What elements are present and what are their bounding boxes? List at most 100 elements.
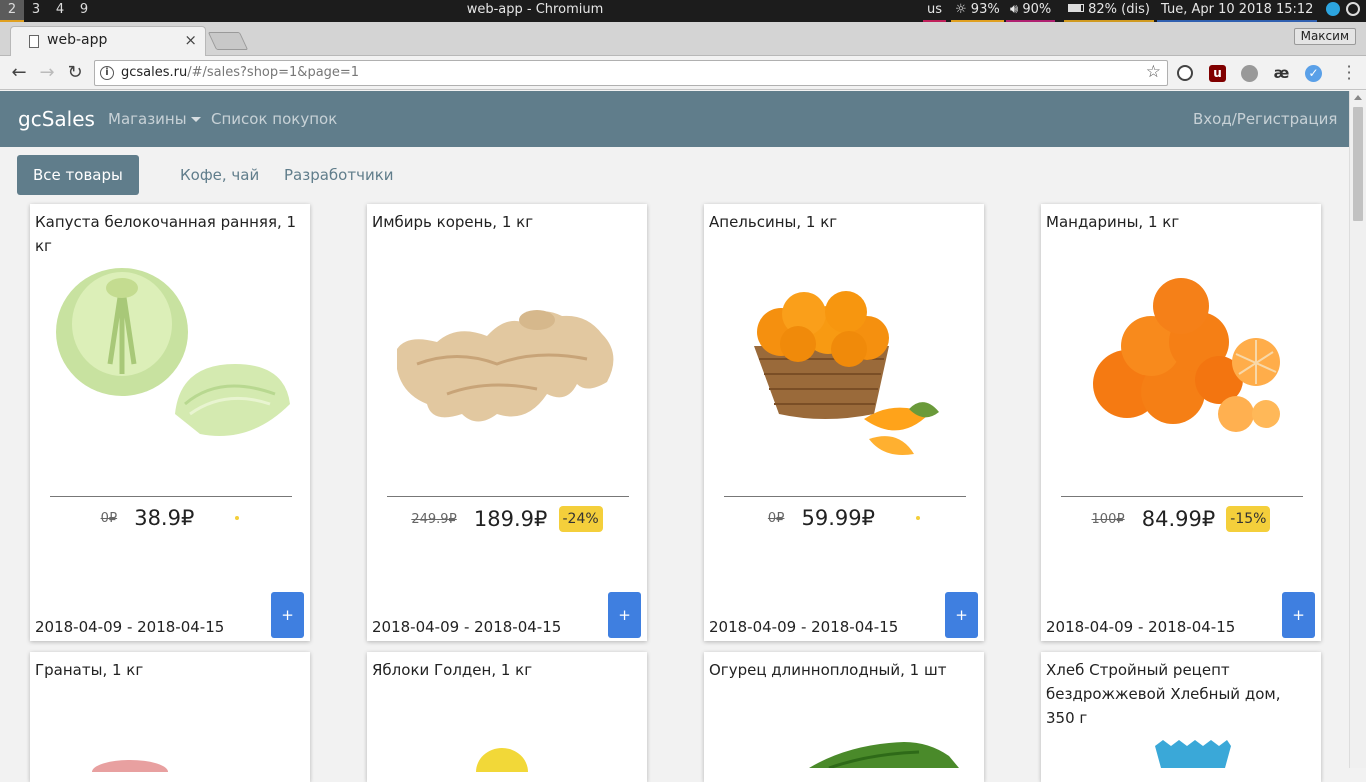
discount-dot	[235, 516, 240, 520]
product-title: Гранаты, 1 кг	[35, 661, 144, 679]
current-price: 38.9₽	[134, 506, 195, 530]
price-row: 100₽ 84.99₽ -15%	[1041, 506, 1321, 540]
product-title: Яблоки Голден, 1 кг	[372, 661, 533, 679]
category-coffee-tea[interactable]: Кофе, чай	[164, 155, 275, 195]
product-title: Имбирь корень, 1 кг	[372, 213, 534, 231]
card-divider	[724, 496, 966, 497]
sale-dates: 2018-04-09 - 2018-04-15	[35, 618, 225, 636]
page-scrollbar[interactable]	[1349, 91, 1366, 768]
product-card: Мандарины, 1 кг 100₽ 84.99₽ -15% 2018-04…	[1041, 204, 1321, 641]
reload-icon[interactable]: ↻	[64, 62, 86, 84]
tangerines-image	[1093, 278, 1280, 432]
discount-badge: -15%	[1226, 506, 1271, 532]
telegram-icon[interactable]	[1322, 0, 1344, 22]
shopping-list-link[interactable]: Список покупок	[211, 110, 337, 128]
ublock-icon[interactable]: u	[1209, 65, 1226, 82]
product-title: Огурец длинноплодный, 1 шт	[709, 661, 947, 679]
current-price: 84.99₽	[1141, 507, 1216, 531]
current-price: 59.99₽	[801, 506, 876, 530]
product-title: Мандарины, 1 кг	[1046, 213, 1180, 231]
price-row: 249.9₽ 189.9₽ -24%	[367, 506, 647, 540]
forward-arrow-icon[interactable]: →	[36, 62, 58, 84]
brightness-value: 93%	[970, 2, 1000, 17]
speaker-icon: 🔊︎	[1010, 2, 1019, 17]
profile-button[interactable]: Максим	[1293, 28, 1356, 45]
product-card: Апельсины, 1 кг 0₽ 59.99₽ 2018-04-09 - 2…	[704, 204, 984, 641]
brightness-icon: ☼	[955, 2, 967, 17]
tray-app-icon[interactable]	[1342, 0, 1364, 22]
volume-indicator: 🔊︎ 90%	[1006, 0, 1056, 22]
info-icon[interactable]: i	[100, 66, 114, 80]
product-title: Капуста белокочанная ранняя, 1 кг	[35, 213, 297, 255]
card-divider	[1061, 496, 1303, 497]
brand-logo[interactable]: gcSales	[18, 107, 95, 131]
product-card: Яблоки Голден, 1 кг	[367, 652, 647, 782]
keyboard-layout: us	[923, 0, 947, 22]
product-title: Апельсины, 1 кг	[709, 213, 838, 231]
bookmark-star-icon[interactable]: ☆	[1146, 62, 1161, 82]
close-icon[interactable]: ×	[184, 31, 197, 49]
tab-web-app[interactable]: web-app ×	[10, 26, 206, 56]
url-path: /#/sales?shop=1&page=1	[187, 65, 360, 80]
cucumber-image	[809, 742, 959, 768]
card-divider	[50, 496, 292, 497]
old-price: 0₽	[767, 510, 785, 526]
category-developers[interactable]: Разработчики	[268, 155, 410, 195]
globe-icon[interactable]	[1241, 65, 1258, 82]
discount-badge: -24%	[558, 506, 603, 532]
url-host: gcsales.ru	[121, 65, 188, 80]
old-price: 100₽	[1091, 511, 1125, 527]
sale-dates: 2018-04-09 - 2018-04-15	[1046, 618, 1236, 636]
add-to-list-button[interactable]: +	[1282, 592, 1315, 638]
clock: Tue, Apr 10 2018 15:12	[1157, 0, 1318, 22]
tab-title: web-app	[47, 32, 108, 48]
checkmark-extension-icon[interactable]: ✓	[1305, 65, 1322, 82]
product-title: Хлеб Стройный рецепт бездрожжевой Хлебны…	[1046, 661, 1281, 727]
product-card: Имбирь корень, 1 кг 249.9₽ 189.9₽ -24% 2…	[367, 204, 647, 641]
new-tab-button[interactable]	[207, 32, 249, 50]
url-text[interactable]: gcsales.ru/#/sales?shop=1&page=1	[121, 65, 359, 80]
page-icon	[29, 35, 39, 48]
ginger-image	[397, 310, 614, 422]
product-card: Огурец длинноплодный, 1 шт	[704, 652, 984, 782]
app-navbar: gcSales Магазины Список покупок Вход/Рег…	[0, 91, 1349, 147]
menu-dots-icon[interactable]: · · ·	[1346, 59, 1352, 87]
browser-toolbar: ← → ↻ i gcsales.ru/#/sales?shop=1&page=1…	[0, 56, 1366, 90]
window-title: web-app - Chromium	[466, 2, 604, 17]
category-all[interactable]: Все товары	[17, 155, 139, 195]
add-to-list-button[interactable]: +	[945, 592, 978, 638]
tab-strip: web-app × Максим	[0, 22, 1366, 56]
os-top-bar: 2 3 4 9 web-app - Chromium us ☼ 93% 🔊︎ 9…	[0, 0, 1366, 22]
address-bar[interactable]: i gcsales.ru/#/sales?shop=1&page=1 ☆	[94, 60, 1168, 86]
ae-extension-icon[interactable]: æ	[1273, 65, 1290, 82]
product-card: Гранаты, 1 кг	[30, 652, 310, 782]
shops-dropdown[interactable]: Магазины	[108, 110, 201, 128]
current-price: 189.9₽	[473, 507, 548, 531]
add-to-list-button[interactable]: +	[608, 592, 641, 638]
pomegranate-image	[92, 760, 168, 772]
login-link[interactable]: Вход/Регистрация	[1193, 110, 1337, 128]
sale-dates: 2018-04-09 - 2018-04-15	[709, 618, 899, 636]
discount-dot	[916, 516, 921, 520]
battery-icon	[1068, 4, 1084, 12]
battery-indicator: 82% (dis)	[1064, 0, 1154, 22]
battery-value: 82% (dis)	[1088, 2, 1150, 17]
brightness-indicator: ☼ 93%	[951, 0, 1004, 22]
volume-value: 90%	[1022, 2, 1052, 17]
price-row: 0₽ 38.9₽	[30, 506, 310, 540]
oranges-image	[754, 291, 939, 455]
old-price: 249.9₽	[411, 511, 457, 527]
add-to-list-button[interactable]: +	[271, 592, 304, 638]
old-price: 0₽	[100, 510, 118, 526]
cabbage-image	[56, 268, 290, 436]
scroll-up-arrow-icon[interactable]	[1354, 95, 1362, 100]
price-row: 0₽ 59.99₽	[704, 506, 984, 540]
shops-label: Магазины	[108, 110, 187, 128]
product-card: Хлеб Стройный рецепт бездрожжевой Хлебны…	[1041, 652, 1321, 782]
extension-sync-icon[interactable]	[1177, 65, 1193, 81]
card-divider	[387, 496, 629, 497]
caret-down-icon	[190, 117, 201, 122]
scroll-thumb[interactable]	[1353, 107, 1363, 221]
product-card: Капуста белокочанная ранняя, 1 кг 0₽ 38.…	[30, 204, 310, 641]
back-arrow-icon[interactable]: ←	[8, 62, 30, 84]
